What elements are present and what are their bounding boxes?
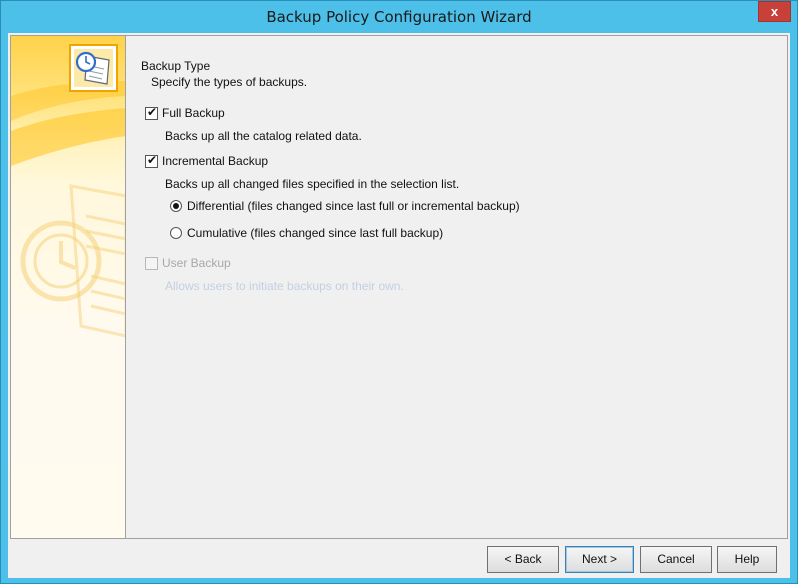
clock-watermark-icon bbox=[20, 220, 102, 302]
incremental-backup-checkbox[interactable] bbox=[145, 153, 158, 168]
sidebar-artwork bbox=[11, 44, 125, 338]
next-button[interactable]: Next > bbox=[565, 546, 634, 573]
backup-clock-document-icon bbox=[69, 44, 118, 92]
window-title: Backup Policy Configuration Wizard bbox=[266, 8, 532, 26]
full-backup-checkbox-row[interactable]: Full Backup bbox=[145, 105, 225, 120]
cumulative-radio[interactable] bbox=[170, 227, 182, 239]
cumulative-label[interactable]: Cumulative (files changed since last ful… bbox=[187, 226, 443, 240]
user-backup-checkbox-row: User Backup bbox=[145, 256, 231, 270]
differential-radio[interactable] bbox=[170, 200, 182, 212]
section-subtitle: Specify the types of backups. bbox=[151, 75, 308, 89]
full-backup-description: Backs up all the catalog related data. bbox=[165, 129, 362, 143]
incremental-backup-description: Backs up all changed files specified in … bbox=[165, 177, 460, 191]
section-title: Backup Type bbox=[141, 59, 211, 73]
help-button[interactable]: Help bbox=[717, 546, 777, 573]
cancel-button[interactable]: Cancel bbox=[640, 546, 712, 573]
full-backup-checkbox[interactable] bbox=[145, 105, 158, 120]
wizard-sidebar bbox=[11, 36, 126, 538]
title-bar[interactable]: Backup Policy Configuration Wizard x bbox=[1, 1, 797, 33]
user-backup-checkbox bbox=[145, 256, 158, 270]
incremental-backup-label[interactable]: Incremental Backup bbox=[162, 154, 268, 168]
wizard-window: Backup Policy Configuration Wizard x Bac… bbox=[0, 0, 798, 584]
user-backup-label: User Backup bbox=[162, 256, 231, 270]
close-button[interactable]: x bbox=[758, 1, 791, 22]
full-backup-label[interactable]: Full Backup bbox=[162, 106, 225, 120]
content-frame: Backup Type Specify the types of backups… bbox=[10, 35, 788, 539]
differential-radio-row[interactable]: Differential (files changed since last f… bbox=[170, 199, 520, 213]
user-backup-description: Allows users to initiate backups on thei… bbox=[165, 279, 404, 293]
incremental-backup-checkbox-row[interactable]: Incremental Backup bbox=[145, 153, 268, 168]
cumulative-radio-row[interactable]: Cumulative (files changed since last ful… bbox=[170, 226, 443, 240]
wizard-main-panel: Backup Type Specify the types of backups… bbox=[139, 36, 787, 538]
back-button[interactable]: < Back bbox=[487, 546, 559, 573]
differential-label[interactable]: Differential (files changed since last f… bbox=[187, 199, 520, 213]
wizard-client-area: Backup Type Specify the types of backups… bbox=[8, 33, 790, 578]
